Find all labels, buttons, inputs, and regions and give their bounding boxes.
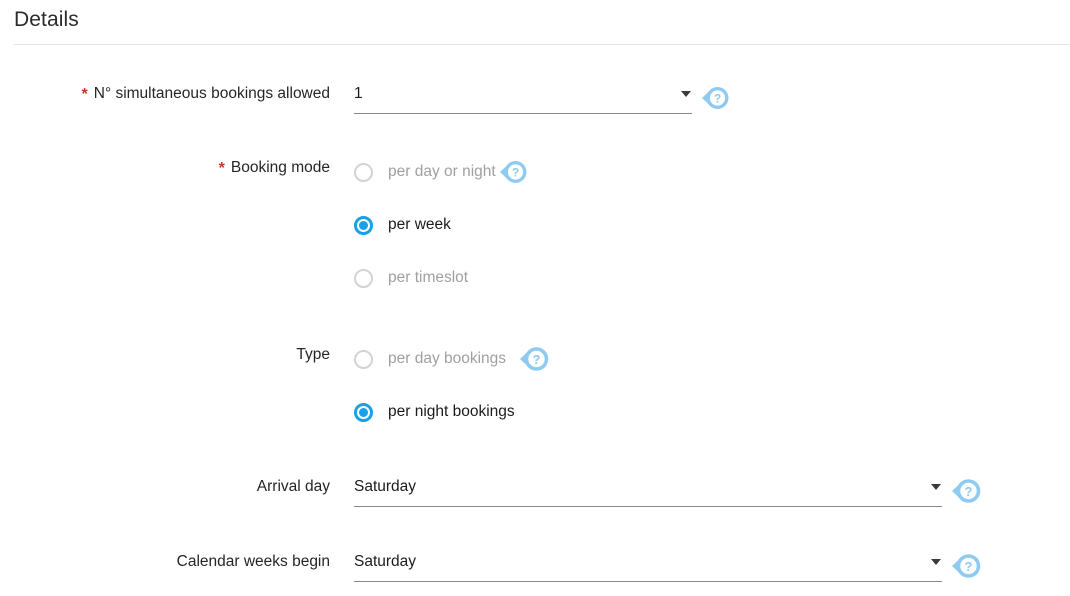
label-booking-mode: * Booking mode bbox=[0, 158, 330, 179]
required-asterisk: * bbox=[218, 160, 225, 177]
svg-text:?: ? bbox=[533, 352, 541, 367]
help-question-icon[interactable]: ? bbox=[702, 86, 730, 110]
radio-indicator[interactable] bbox=[354, 402, 373, 422]
field-row-type: Type per day bookings ? per night bookin… bbox=[0, 345, 550, 425]
label-text: Arrival day bbox=[256, 478, 330, 495]
radio-indicator[interactable] bbox=[354, 162, 373, 182]
select-value: Saturday bbox=[354, 478, 417, 495]
svg-text:?: ? bbox=[512, 166, 519, 180]
svg-text:?: ? bbox=[965, 484, 973, 499]
help-question-icon[interactable]: ? bbox=[520, 346, 550, 372]
radio-option-per-timeslot[interactable]: per timeslot bbox=[354, 265, 528, 291]
radio-option-per-night-bookings[interactable]: per night bookings bbox=[354, 399, 550, 425]
radio-option-per-week[interactable]: per week bbox=[354, 212, 528, 238]
help-arrival-day[interactable]: ? bbox=[952, 478, 982, 504]
label-simultaneous-bookings: * N° simultaneous bookings allowed bbox=[0, 84, 330, 105]
radio-label: per timeslot bbox=[388, 269, 469, 286]
label-arrival-day: Arrival day bbox=[0, 477, 330, 497]
radio-group-booking-mode: per day or night ? per week per timeslot bbox=[354, 158, 528, 291]
page-title: Details bbox=[14, 8, 79, 31]
radio-label: per day or night bbox=[388, 163, 496, 180]
radio-indicator[interactable] bbox=[354, 215, 373, 235]
help-simultaneous-bookings[interactable]: ? bbox=[702, 86, 730, 110]
chevron-down-icon[interactable] bbox=[931, 484, 941, 490]
select-arrival-day[interactable]: Saturday bbox=[354, 477, 942, 507]
radio-indicator[interactable] bbox=[354, 349, 373, 369]
header-divider bbox=[14, 44, 1070, 45]
label-text: N° simultaneous bookings allowed bbox=[93, 85, 330, 102]
label-type: Type bbox=[0, 345, 330, 365]
help-calendar-weeks-begin[interactable]: ? bbox=[952, 553, 982, 579]
field-row-simultaneous-bookings: * N° simultaneous bookings allowed 1 ? bbox=[0, 84, 730, 114]
label-text: Type bbox=[296, 346, 330, 363]
radio-label: per night bookings bbox=[388, 403, 515, 420]
field-row-calendar-weeks-begin: Calendar weeks begin Saturday ? bbox=[0, 552, 982, 582]
radio-option-per-day-or-night[interactable]: per day or night ? bbox=[354, 158, 528, 186]
svg-text:?: ? bbox=[965, 559, 973, 574]
required-asterisk: * bbox=[81, 86, 88, 103]
help-booking-mode[interactable]: ? bbox=[499, 160, 528, 184]
help-question-icon[interactable]: ? bbox=[499, 160, 528, 184]
radio-group-type: per day bookings ? per night bookings bbox=[354, 345, 550, 425]
radio-option-per-day-bookings[interactable]: per day bookings ? bbox=[354, 345, 550, 373]
radio-indicator[interactable] bbox=[354, 268, 373, 288]
help-question-icon[interactable]: ? bbox=[952, 478, 982, 504]
label-calendar-weeks-begin: Calendar weeks begin bbox=[0, 552, 330, 572]
label-text: Booking mode bbox=[230, 159, 330, 176]
chevron-down-icon[interactable] bbox=[931, 559, 941, 565]
field-row-arrival-day: Arrival day Saturday ? bbox=[0, 477, 982, 507]
chevron-down-icon[interactable] bbox=[681, 91, 691, 97]
help-question-icon[interactable]: ? bbox=[952, 553, 982, 579]
label-text: Calendar weeks begin bbox=[176, 553, 330, 570]
radio-label: per week bbox=[388, 216, 451, 233]
select-simultaneous-bookings[interactable]: 1 bbox=[354, 84, 692, 114]
help-type[interactable]: ? bbox=[520, 346, 550, 372]
select-value: 1 bbox=[354, 85, 363, 102]
svg-text:?: ? bbox=[714, 92, 721, 106]
select-value: Saturday bbox=[354, 553, 417, 570]
radio-label: per day bookings bbox=[388, 350, 507, 367]
field-row-booking-mode: * Booking mode per day or night ? per wee… bbox=[0, 158, 528, 291]
select-calendar-weeks-begin[interactable]: Saturday bbox=[354, 552, 942, 582]
